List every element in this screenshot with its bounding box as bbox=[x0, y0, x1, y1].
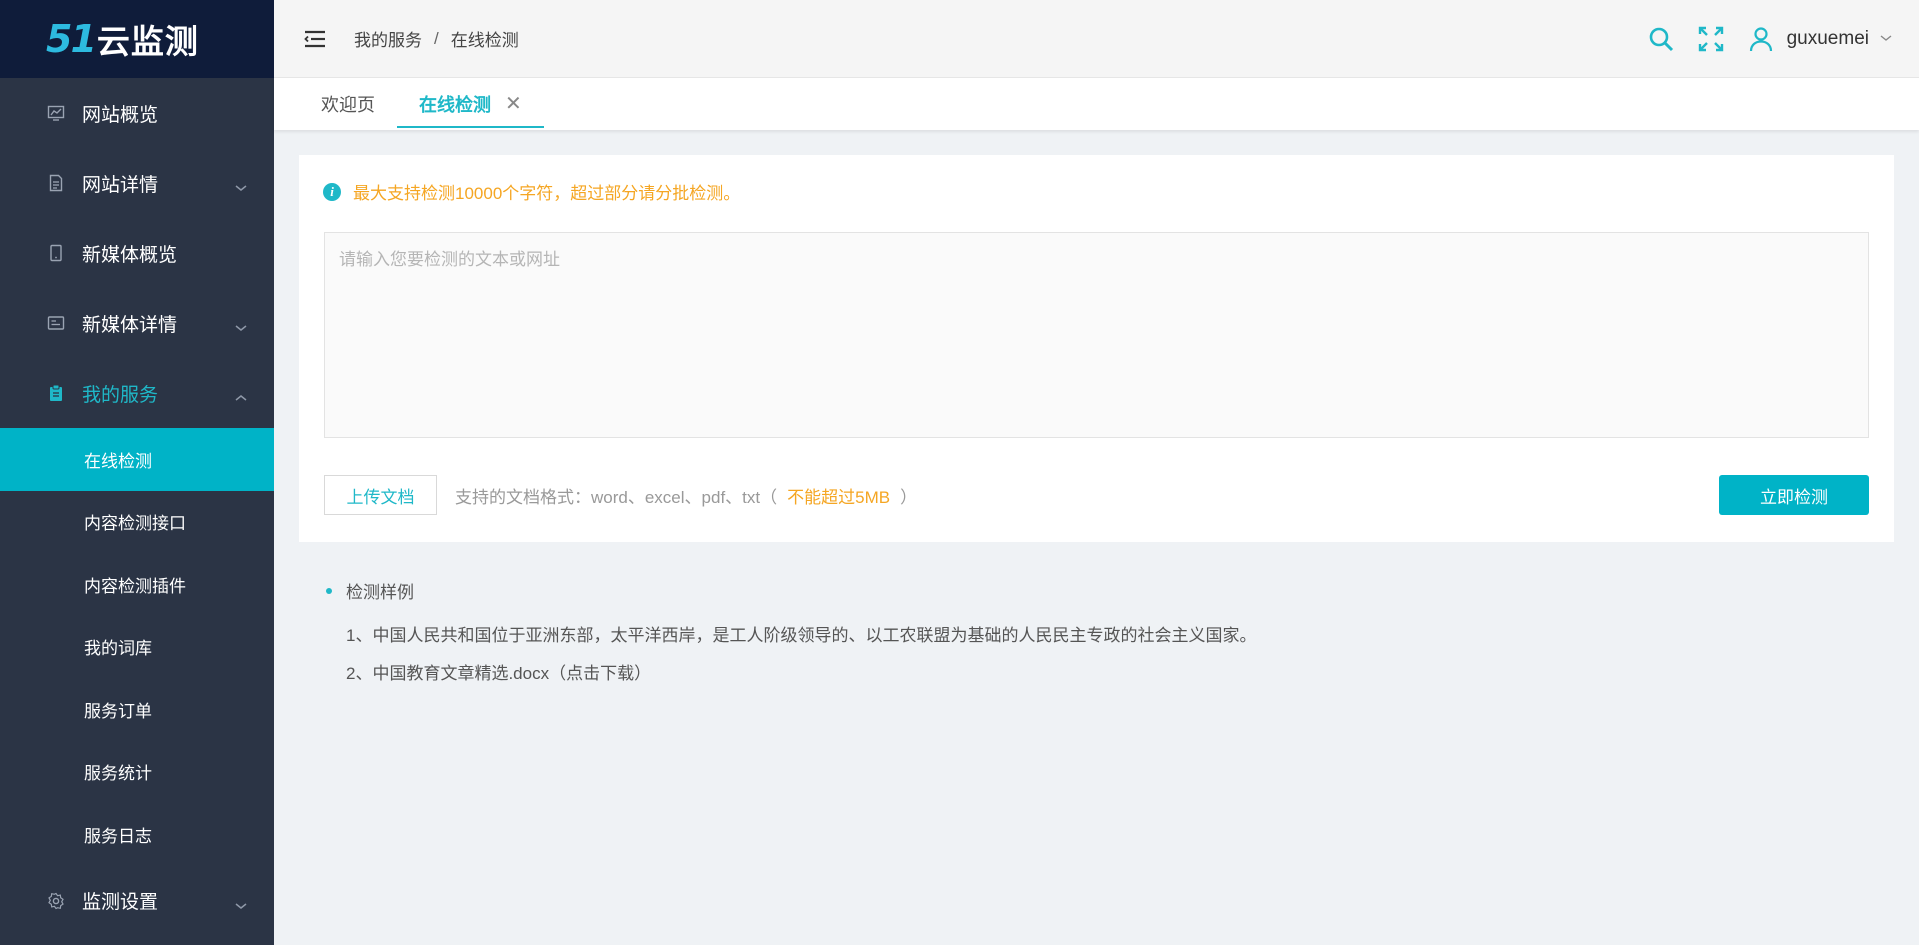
user-icon[interactable] bbox=[1747, 25, 1775, 53]
card-icon bbox=[46, 313, 66, 333]
document-icon bbox=[46, 173, 66, 193]
chevron-down-icon[interactable] bbox=[1879, 30, 1893, 48]
supported-formats: 支持的文档格式：word、excel、pdf、txt（ 不能超过5MB ） bbox=[455, 475, 917, 515]
submenu-item-service-stats[interactable]: 服务统计 bbox=[0, 741, 274, 804]
breadcrumb-item[interactable]: 我的服务 bbox=[354, 26, 422, 51]
tab-bar: 欢迎页 在线检测 ✕ bbox=[274, 78, 1919, 130]
logo-text: 云监测 bbox=[96, 22, 199, 61]
header-actions: guxuemei bbox=[1625, 0, 1893, 78]
formats-close: ） bbox=[900, 487, 918, 507]
clipboard-icon bbox=[46, 383, 66, 403]
username[interactable]: guxuemei bbox=[1787, 28, 1869, 50]
tab-label: 欢迎页 bbox=[321, 95, 375, 115]
example-close-paren: ） bbox=[634, 664, 652, 683]
chevron-down-icon bbox=[234, 177, 248, 199]
close-icon[interactable]: ✕ bbox=[505, 94, 522, 114]
upload-document-button[interactable]: 上传文档 bbox=[324, 475, 437, 515]
sidebar-item-my-services[interactable]: 我的服务 bbox=[0, 358, 274, 428]
submenu-item-service-log[interactable]: 服务日志 bbox=[0, 803, 274, 866]
sidebar-item-label: 新媒体概览 bbox=[82, 244, 178, 266]
examples-title: 检测样例 bbox=[326, 578, 1256, 603]
examples-section: 检测样例 1、中国人民共和国位于亚洲东部，太平洋西岸，是工人阶级领导的、以工农联… bbox=[326, 578, 1256, 684]
example-line-2: 2、中国教育文章精选.docx（点击下载） bbox=[346, 659, 1256, 684]
menu-toggle-icon[interactable] bbox=[304, 30, 326, 48]
top-header: 我的服务 / 在线检测 guxuemei bbox=[274, 0, 1919, 78]
chart-icon bbox=[46, 103, 66, 123]
notice-text: 最大支持检测10000个字符，超过部分请分批检测。 bbox=[353, 184, 741, 203]
sidebar-item-label: 我的服务 bbox=[82, 384, 159, 406]
sidebar-item-media-details[interactable]: 新媒体详情 bbox=[0, 288, 274, 358]
chevron-down-icon bbox=[234, 317, 248, 339]
submenu-item-content-plugin[interactable]: 内容检测插件 bbox=[0, 553, 274, 616]
tab-label: 在线检测 bbox=[419, 95, 491, 115]
info-icon: i bbox=[323, 182, 341, 201]
breadcrumb-separator: / bbox=[434, 28, 439, 48]
submenu-item-content-api[interactable]: 内容检测接口 bbox=[0, 491, 274, 554]
text-input[interactable] bbox=[324, 232, 1869, 438]
logo[interactable]: 51 云监测 bbox=[0, 0, 274, 78]
tab-welcome[interactable]: 欢迎页 bbox=[299, 78, 397, 130]
gear-icon bbox=[46, 891, 66, 911]
sidebar-item-monitor-settings[interactable]: 监测设置 bbox=[0, 866, 274, 936]
submenu-item-my-lexicon[interactable]: 我的词库 bbox=[0, 616, 274, 679]
sidebar-item-media-overview[interactable]: 新媒体概览 bbox=[0, 218, 274, 288]
sidebar-item-label: 监测设置 bbox=[82, 892, 159, 913]
sidebar-item-site-overview[interactable]: 网站概览 bbox=[0, 78, 274, 148]
sidebar-menu: 网站概览 网站详情 新媒体概览 新媒体详情 我的服务 在线检测 内容检测接口 内… bbox=[0, 78, 274, 936]
sidebar-item-label: 网站详情 bbox=[82, 174, 159, 196]
bullet-icon bbox=[326, 587, 332, 594]
submenu-item-online-check[interactable]: 在线检测 bbox=[0, 428, 274, 491]
notice-banner: i 最大支持检测10000个字符，超过部分请分批检测。 bbox=[323, 179, 740, 204]
breadcrumb: 我的服务 / 在线检测 bbox=[354, 26, 519, 51]
tab-online-check[interactable]: 在线检测 ✕ bbox=[397, 78, 544, 130]
breadcrumb-current: 在线检测 bbox=[450, 31, 519, 50]
example-line-1[interactable]: 1、中国人民共和国位于亚洲东部，太平洋西岸，是工人阶级领导的、以工农联盟为基础的… bbox=[346, 621, 1256, 646]
search-icon[interactable] bbox=[1647, 25, 1675, 53]
chevron-up-icon bbox=[234, 387, 248, 409]
check-panel: i 最大支持检测10000个字符，超过部分请分批检测。 上传文档 支持的文档格式… bbox=[299, 155, 1894, 542]
logo-number: 51 bbox=[46, 17, 97, 61]
example-file-name: 2、中国教育文章精选.docx（ bbox=[346, 664, 567, 683]
download-link[interactable]: 点击下载 bbox=[566, 664, 634, 683]
sidebar-item-label: 新媒体详情 bbox=[82, 314, 178, 336]
sidebar: 51 云监测 网站概览 网站详情 新媒体概览 新媒体详情 我的服务 在线检测 内… bbox=[0, 0, 274, 945]
sidebar-item-label: 网站概览 bbox=[82, 104, 159, 126]
size-limit: 不能超过5MB bbox=[787, 487, 891, 507]
submenu-item-service-orders[interactable]: 服务订单 bbox=[0, 678, 274, 741]
fullscreen-icon[interactable] bbox=[1697, 25, 1725, 53]
sidebar-item-site-details[interactable]: 网站详情 bbox=[0, 148, 274, 218]
check-now-button[interactable]: 立即检测 bbox=[1719, 475, 1869, 515]
examples-title-text: 检测样例 bbox=[346, 583, 414, 602]
formats-text: 支持的文档格式：word、excel、pdf、txt（ bbox=[455, 487, 778, 507]
tablet-icon bbox=[46, 243, 66, 263]
chevron-down-icon bbox=[234, 895, 248, 917]
